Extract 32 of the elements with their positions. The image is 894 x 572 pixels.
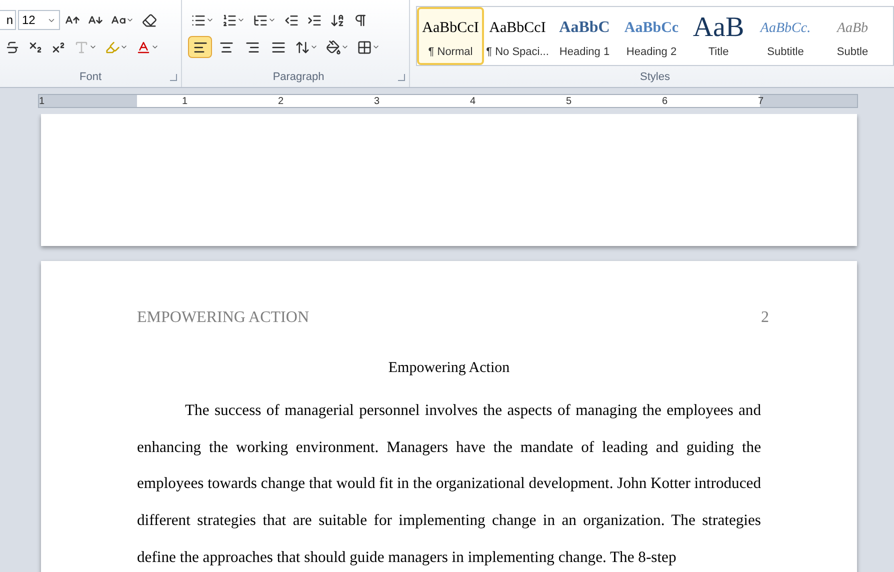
align-lines-icon [218, 40, 234, 54]
ruler-number: 1 [182, 95, 188, 109]
align-button[interactable] [188, 36, 212, 58]
style-option[interactable]: AaBbCcI ¶ Normal [417, 7, 484, 65]
style-option[interactable]: AaBb Subtle [819, 7, 886, 65]
ruler-number: 3 [374, 95, 380, 109]
style-option[interactable]: AaBbCcI ¶ No Spaci... [484, 7, 551, 65]
align-lines-icon [244, 40, 260, 54]
align-lines-icon [192, 40, 208, 54]
style-option[interactable]: AaB Title [685, 7, 752, 65]
font-name-field[interactable]: n [0, 10, 16, 30]
ruler-number: 2 [278, 95, 284, 109]
style-option[interactable]: AaBbCc. Subtitle [752, 7, 819, 65]
page-number: 2 [761, 308, 769, 328]
ruler-number: 6 [662, 95, 668, 109]
pilcrow-icon [353, 12, 368, 28]
group-label: Styles [640, 70, 670, 85]
style-option[interactable]: AaBbCc Heading 2 [618, 7, 685, 65]
ruler-number: 5 [566, 95, 572, 109]
running-header: EMPOWERING ACTION [137, 308, 309, 328]
dialog-launcher-icon[interactable] [398, 74, 405, 80]
style-option[interactable]: AaBbC Heading 1 [551, 7, 618, 65]
group-label: Paragraph [272, 70, 324, 85]
ruler-number: 1 [39, 95, 45, 109]
font-size-field[interactable]: 12 [18, 10, 60, 30]
document-title: Empowering Action [388, 360, 510, 376]
align-lines-icon [270, 40, 286, 54]
group-label: Font [79, 70, 102, 85]
dialog-launcher-icon[interactable] [170, 74, 177, 80]
body-paragraph: The success of managerial personnel involves the aspects of managing the employees and enhancing the working environment. Managers have the mandate of leading and guiding the employees towards change that would fit in the organizational development. John Kotter introduced different strategies that are suitable for implementing change in an organization. The strategies define the approaches that should guide managers in implementing change. The 8-step [137, 401, 761, 568]
ruler-number: 7 [758, 95, 764, 109]
ruler-number: 4 [470, 95, 476, 109]
